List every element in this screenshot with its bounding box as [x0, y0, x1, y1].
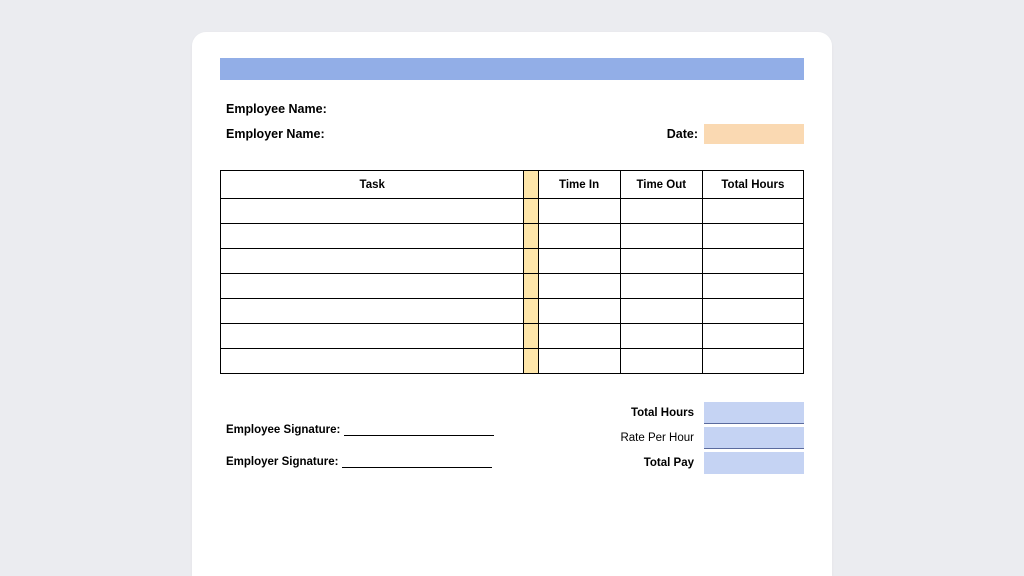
header-bar: [220, 58, 804, 80]
cell-time-in[interactable]: [538, 249, 620, 274]
cell-gap: [524, 249, 538, 274]
table-body: [221, 199, 804, 374]
header-time-in: Time In: [538, 171, 620, 199]
cell-time-out[interactable]: [620, 224, 702, 249]
timesheet-table: Task Time In Time Out Total Hours: [220, 170, 804, 374]
rate-per-hour-label: Rate Per Hour: [604, 432, 694, 444]
table-header-row: Task Time In Time Out Total Hours: [221, 171, 804, 199]
employee-name-label: Employee Name:: [226, 102, 327, 116]
cell-total-hours[interactable]: [702, 274, 803, 299]
cell-task[interactable]: [221, 249, 524, 274]
cell-time-out[interactable]: [620, 324, 702, 349]
cell-time-out[interactable]: [620, 249, 702, 274]
cell-total-hours[interactable]: [702, 249, 803, 274]
cell-gap: [524, 224, 538, 249]
cell-time-in[interactable]: [538, 224, 620, 249]
cell-task[interactable]: [221, 274, 524, 299]
cell-total-hours[interactable]: [702, 199, 803, 224]
cell-time-out[interactable]: [620, 199, 702, 224]
table-row: [221, 349, 804, 374]
header-total-hours: Total Hours: [702, 171, 803, 199]
total-pay-label: Total Pay: [604, 457, 694, 469]
table-row: [221, 274, 804, 299]
employee-signature-line[interactable]: [344, 422, 494, 436]
table-row: [221, 299, 804, 324]
cell-task[interactable]: [221, 199, 524, 224]
cell-gap: [524, 299, 538, 324]
cell-total-hours[interactable]: [702, 224, 803, 249]
header-task: Task: [221, 171, 524, 199]
cell-gap: [524, 199, 538, 224]
employee-name-row: Employee Name:: [220, 102, 804, 116]
footer: Employee Signature: Employer Signature: …: [220, 402, 804, 474]
rate-per-hour-row: Rate Per Hour: [604, 427, 804, 449]
page-container: Employee Name: Employer Name: Date: Task…: [0, 0, 1024, 576]
employee-signature-row: Employee Signature:: [226, 422, 494, 436]
total-hours-label: Total Hours: [604, 407, 694, 419]
table-row: [221, 199, 804, 224]
cell-time-in[interactable]: [538, 324, 620, 349]
cell-task[interactable]: [221, 349, 524, 374]
cell-time-out[interactable]: [620, 274, 702, 299]
cell-time-out[interactable]: [620, 349, 702, 374]
signatures-section: Employee Signature: Employer Signature:: [220, 402, 494, 468]
date-input[interactable]: [704, 124, 804, 144]
cell-total-hours[interactable]: [702, 349, 803, 374]
employee-signature-label: Employee Signature:: [226, 424, 340, 436]
date-group: Date:: [667, 124, 804, 144]
cell-total-hours[interactable]: [702, 299, 803, 324]
cell-gap: [524, 274, 538, 299]
total-hours-value[interactable]: [704, 402, 804, 424]
timesheet-document: Employee Name: Employer Name: Date: Task…: [192, 32, 832, 576]
cell-gap: [524, 324, 538, 349]
employer-name-label: Employer Name:: [226, 127, 325, 141]
cell-time-in[interactable]: [538, 299, 620, 324]
header-gap: [524, 171, 538, 199]
employer-signature-row: Employer Signature:: [226, 454, 494, 468]
table-row: [221, 249, 804, 274]
totals-section: Total Hours Rate Per Hour Total Pay: [604, 402, 804, 474]
header-time-out: Time Out: [620, 171, 702, 199]
cell-gap: [524, 349, 538, 374]
total-hours-row: Total Hours: [604, 402, 804, 424]
employer-name-row: Employer Name: Date:: [220, 124, 804, 144]
cell-task[interactable]: [221, 299, 524, 324]
cell-time-in[interactable]: [538, 199, 620, 224]
rate-per-hour-value[interactable]: [704, 427, 804, 449]
cell-task[interactable]: [221, 324, 524, 349]
cell-total-hours[interactable]: [702, 324, 803, 349]
employer-signature-line[interactable]: [342, 454, 492, 468]
total-pay-value[interactable]: [704, 452, 804, 474]
date-label: Date:: [667, 127, 698, 141]
cell-time-out[interactable]: [620, 299, 702, 324]
cell-time-in[interactable]: [538, 349, 620, 374]
total-pay-row: Total Pay: [604, 452, 804, 474]
table-row: [221, 224, 804, 249]
table-row: [221, 324, 804, 349]
employer-signature-label: Employer Signature:: [226, 456, 338, 468]
cell-task[interactable]: [221, 224, 524, 249]
cell-time-in[interactable]: [538, 274, 620, 299]
